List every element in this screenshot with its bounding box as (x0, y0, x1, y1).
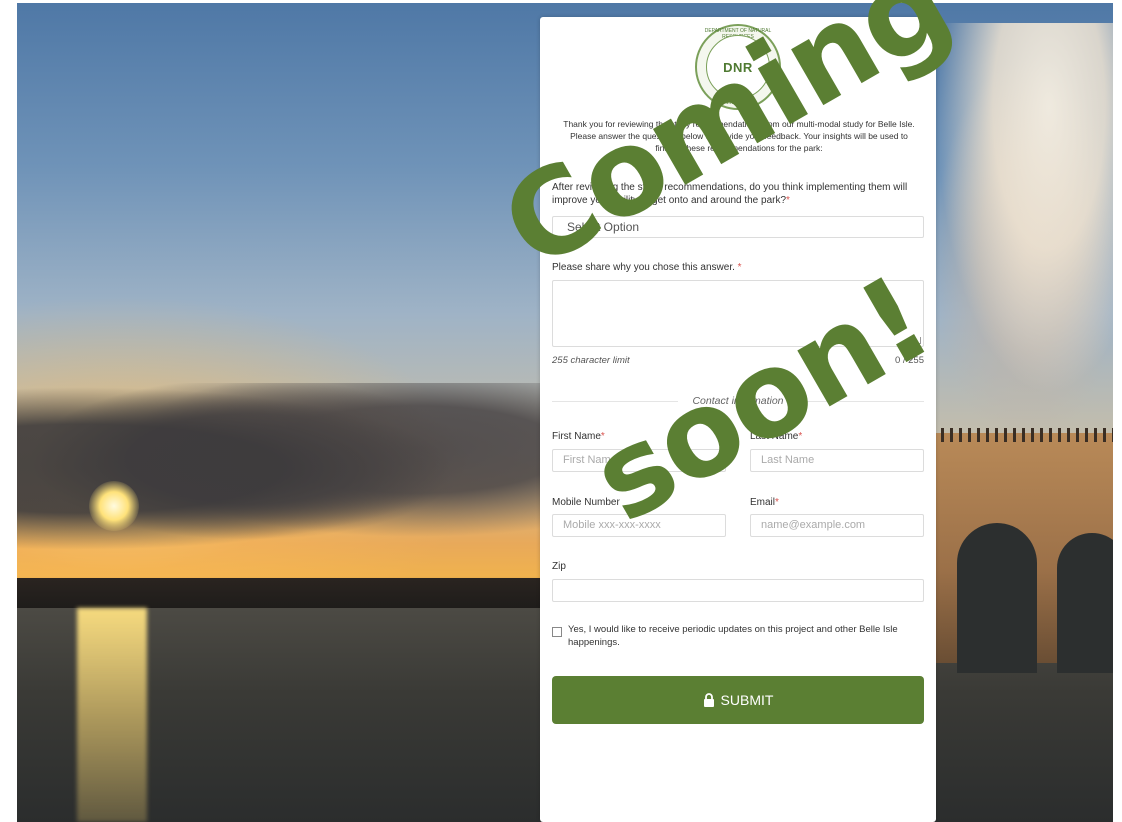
bridge-arch (957, 523, 1037, 673)
bridge-arch (1057, 533, 1113, 673)
email-input[interactable]: name@example.com (750, 514, 924, 537)
sun (89, 481, 139, 531)
bridge-railing (932, 428, 1113, 442)
char-count: 0 / 255 (894, 355, 924, 366)
divider (802, 401, 924, 402)
required-marker: * (775, 497, 779, 508)
last-name-label: Last Name* (750, 431, 802, 442)
intro-text: Thank you for reviewing the study recomm… (563, 119, 915, 153)
zip-input[interactable] (552, 579, 924, 602)
first-name-input[interactable]: First Name (552, 449, 726, 472)
first-name-label: First Name* (552, 431, 605, 442)
mobile-label: Mobile Number (552, 497, 620, 508)
first-name-label-text: First Name (552, 431, 601, 442)
last-name-label-text: Last Name (750, 431, 799, 442)
mobile-input[interactable]: Mobile xxx-xxx-xxxx (552, 514, 726, 537)
clouds-right (917, 23, 1113, 443)
sun-reflection (77, 608, 147, 822)
question1-select[interactable]: Select Option (552, 216, 924, 238)
question1-label: After reviewing the study recommendation… (552, 181, 924, 207)
required-marker: * (600, 431, 605, 442)
email-label-text: Email (750, 497, 776, 508)
dnr-logo: DEPARTMENT OF NATURAL RESOURCES DNR MICH… (695, 24, 781, 110)
logo-abbr: DNR (723, 60, 753, 75)
zip-label: Zip (552, 561, 566, 572)
submit-button[interactable]: SUBMIT (552, 676, 924, 724)
question2-textarea[interactable] (552, 280, 924, 347)
feedback-form: DEPARTMENT OF NATURAL RESOURCES DNR MICH… (540, 17, 936, 822)
required-marker: * (798, 431, 803, 442)
updates-checkbox-label[interactable]: Yes, I would like to receive periodic up… (568, 623, 918, 649)
clouds-left (17, 383, 557, 573)
char-limit-text: 255 character limit (552, 355, 630, 366)
question1-text: After reviewing the study recommendation… (552, 182, 908, 206)
submit-label: SUBMIT (720, 692, 774, 708)
logo-inner-circle: DNR (706, 35, 770, 99)
email-label: Email* (750, 497, 779, 508)
question2-text: Please share why you chose this answer. (552, 262, 735, 273)
logo-ring-bottom-text: MICHIGAN (725, 100, 751, 106)
updates-checkbox[interactable] (552, 627, 562, 637)
question2-label: Please share why you chose this answer. … (552, 262, 742, 273)
last-name-input[interactable]: Last Name (750, 449, 924, 472)
resize-grip-icon[interactable] (914, 337, 921, 344)
required-marker: * (786, 195, 790, 206)
lock-icon (703, 693, 714, 707)
treeline (17, 578, 557, 610)
required-marker: * (737, 262, 742, 273)
